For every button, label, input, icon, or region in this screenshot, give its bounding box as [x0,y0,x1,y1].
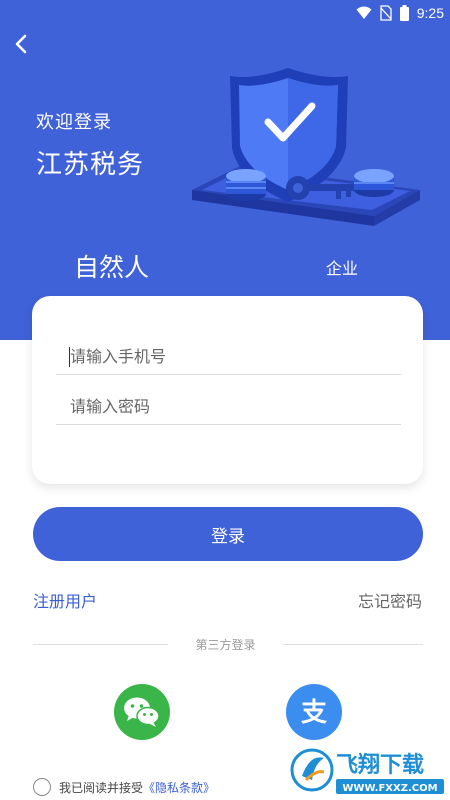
wechat-login-button[interactable] [114,684,170,740]
battery-icon [399,5,409,21]
status-bar: 9:25 [0,0,450,26]
forgot-password-link[interactable]: 忘记密码 [358,588,422,612]
status-time: 9:25 [416,5,444,21]
login-button[interactable]: 登录 [33,507,423,561]
site-watermark-logo: 飞翔下载 WWW.FXXZ.COM [290,748,444,794]
password-input[interactable] [56,389,401,423]
tab-natural-person[interactable]: 自然人 [74,248,149,284]
privacy-policy-link[interactable]: 《隐私条款》 [143,781,215,795]
watermark-title: 飞翔下载 [336,752,424,778]
agreement-checkbox[interactable] [33,778,51,796]
svg-text:支: 支 [301,698,327,728]
status-icons: 9:25 [356,3,444,23]
third-party-login-label: 第三方登录 [195,638,256,652]
wechat-icon [124,697,160,727]
register-link[interactable]: 注册用户 [33,588,97,612]
agreement-text: 我已阅读并接受《隐私条款》 [59,779,215,796]
security-shield-illustration [192,68,420,226]
agreement-row: 我已阅读并接受《隐私条款》 [33,778,215,796]
wifi-icon [356,6,372,19]
text-cursor [69,347,70,367]
app-brand-title: 江苏税务 [36,150,145,180]
divider-left [33,644,168,645]
password-field [56,389,401,425]
watermark-url: WWW.FXXZ.COM [342,783,437,794]
tab-enterprise[interactable]: 企业 [326,255,358,279]
alipay-login-button[interactable]: 支 [286,684,342,740]
phone-field [56,339,401,375]
phone-input[interactable] [56,339,401,373]
welcome-text: 欢迎登录 [36,112,112,133]
login-card [32,296,423,484]
back-button[interactable] [8,30,34,58]
agreement-prefix: 我已阅读并接受 [59,780,144,795]
alipay-icon: 支 [301,698,327,728]
chevron-left-icon [15,34,27,54]
no-sim-icon [380,5,392,21]
divider-right [283,644,423,645]
